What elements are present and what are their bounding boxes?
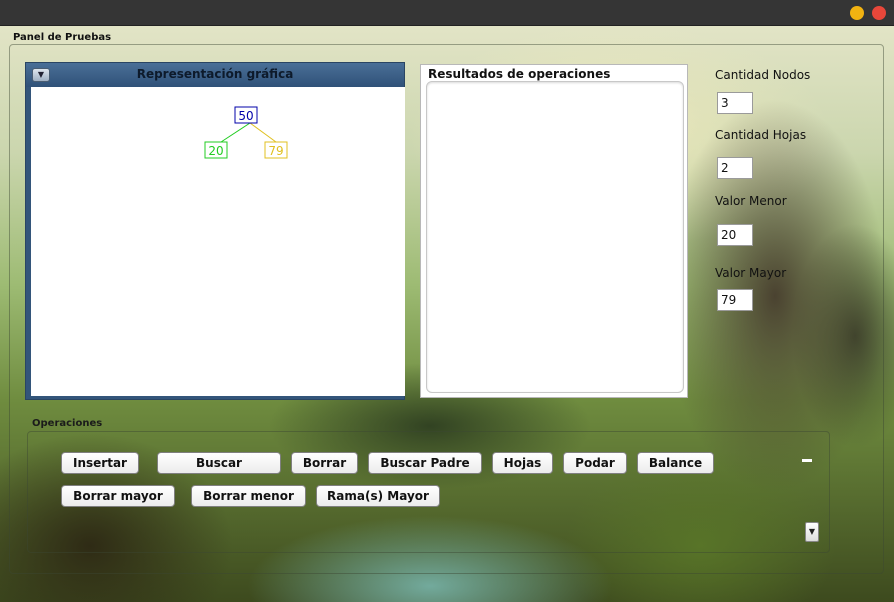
panel-title: Panel de Pruebas	[13, 32, 112, 43]
search-button[interactable]: Buscar	[157, 452, 281, 474]
results-title: Resultados de operaciones	[428, 67, 611, 81]
tree-node-left-label: 20	[208, 144, 223, 158]
tree-canvas: 50 20 79	[31, 87, 405, 396]
results-textarea[interactable]	[426, 81, 684, 393]
search-parent-button[interactable]: Buscar Padre	[368, 452, 482, 474]
minimize-button[interactable]	[850, 6, 864, 20]
prune-button[interactable]: Podar	[563, 452, 627, 474]
max-value-label: Valor Mayor	[715, 266, 787, 280]
chevron-down-icon[interactable]: ▼	[32, 68, 50, 82]
results-panel: Resultados de operaciones	[420, 64, 688, 398]
min-value-label: Valor Menor	[715, 194, 787, 208]
leaves-count-field[interactable]: 2	[717, 157, 753, 179]
min-value-field[interactable]: 20	[717, 224, 753, 246]
tree-edge-right	[249, 122, 277, 143]
branch-max-button[interactable]: Rama(s) Mayor	[316, 485, 440, 507]
tree-node-right-label: 79	[268, 144, 283, 158]
delete-min-button[interactable]: Borrar menor	[191, 485, 306, 507]
nodes-count-label: Cantidad Nodos	[715, 68, 811, 82]
tree-node-root-label: 50	[238, 109, 253, 123]
close-button[interactable]	[872, 6, 886, 20]
max-value-field[interactable]: 79	[717, 289, 753, 311]
delete-button[interactable]: Borrar	[291, 452, 358, 474]
graph-panel-header: Representación gráfica ▼	[26, 63, 404, 87]
tree-edge-left	[220, 122, 251, 143]
window-titlebar	[0, 0, 894, 26]
collapse-handle[interactable]	[802, 459, 812, 462]
scroll-down-icon[interactable]: ▼	[805, 522, 819, 542]
insert-button[interactable]: Insertar	[61, 452, 139, 474]
graph-panel-title: Representación gráfica	[136, 67, 294, 81]
delete-max-button[interactable]: Borrar mayor	[61, 485, 175, 507]
operations-title: Operaciones	[32, 418, 103, 429]
nodes-count-field[interactable]: 3	[717, 92, 753, 114]
leaves-count-label: Cantidad Hojas	[715, 128, 807, 142]
leaves-button[interactable]: Hojas	[492, 452, 553, 474]
graph-panel: Representación gráfica ▼ 50 20 79	[25, 62, 405, 400]
tree-diagram: 50 20 79	[204, 106, 288, 159]
balance-button[interactable]: Balance	[637, 452, 714, 474]
